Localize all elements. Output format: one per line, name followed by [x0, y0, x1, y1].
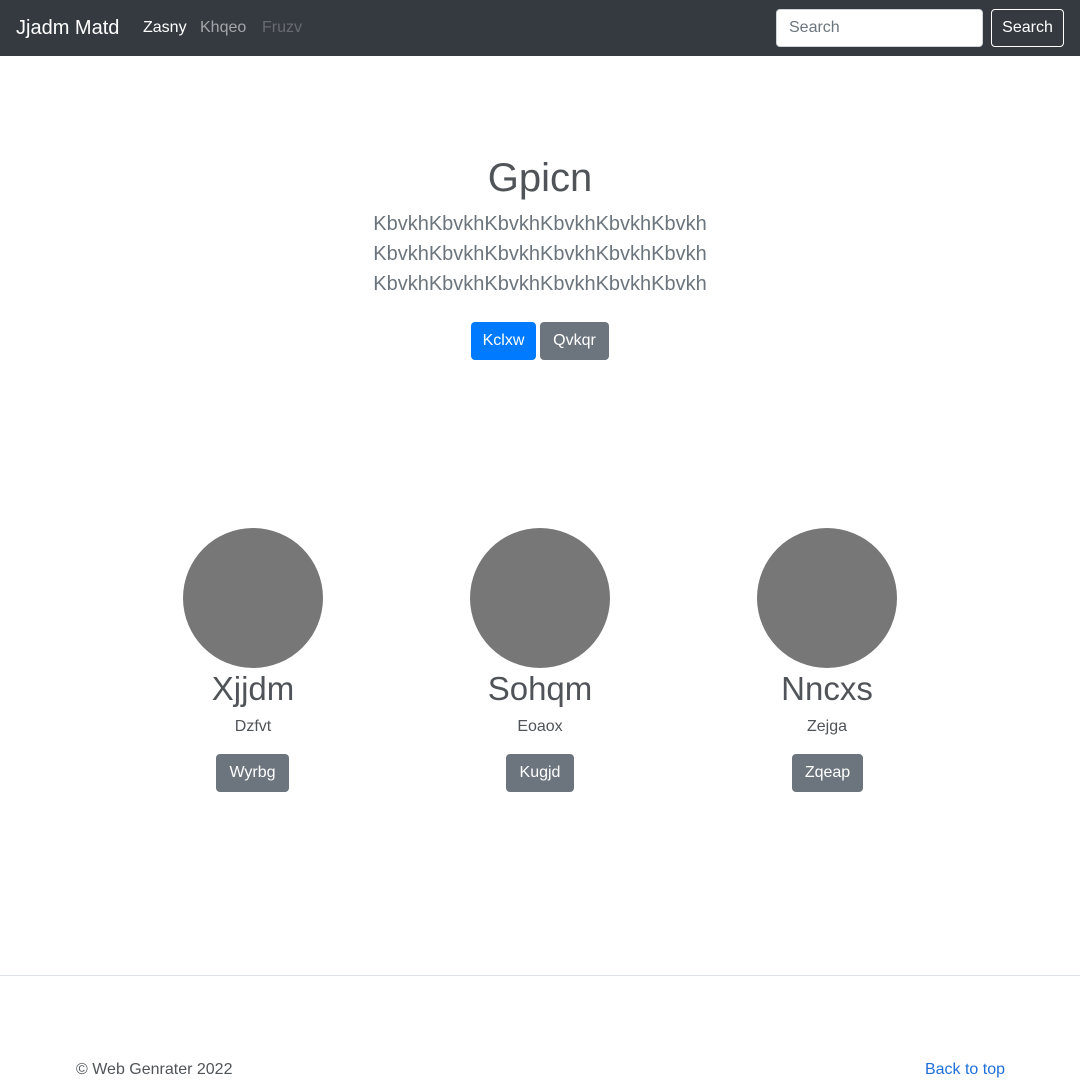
card-placeholder-image — [183, 528, 323, 668]
hero-lead: KbvkhKbvkhKbvkhKbvkhKbvkhKbvkh KbvkhKbvk… — [0, 209, 1080, 299]
hero-lead-line: KbvkhKbvkhKbvkhKbvkhKbvkhKbvkh — [373, 273, 707, 295]
card-placeholder-image — [470, 528, 610, 668]
card-placeholder-image — [757, 528, 897, 668]
card-subtitle: Eoaox — [517, 718, 563, 735]
hero-lead-line: KbvkhKbvkhKbvkhKbvkhKbvkhKbvkh — [373, 213, 707, 235]
card-title: Sohqm — [487, 670, 593, 707]
hero-secondary-button[interactable]: Qvkqr — [540, 322, 609, 360]
search-button[interactable]: Search — [991, 9, 1064, 47]
hero-title: Gpicn — [487, 156, 593, 200]
nav-link-khqeo[interactable]: Khqeo — [200, 17, 246, 39]
card-title: Nncxs — [781, 670, 873, 707]
card-button[interactable]: Zqeap — [792, 754, 863, 792]
nav-link-fruzv: Fruzv — [262, 19, 302, 36]
hero-primary-button[interactable]: Kclxw — [471, 322, 536, 360]
card-button[interactable]: Kugjd — [506, 754, 574, 792]
card-title: Xjjdm — [211, 670, 295, 707]
footer-divider — [0, 975, 1080, 976]
footer-copyright: © Web Genrater 2022 — [76, 1061, 233, 1078]
navbar-brand[interactable]: Jjadm Matd — [16, 14, 119, 42]
card-subtitle: Zejga — [806, 718, 848, 735]
back-to-top-link[interactable]: Back to top — [925, 1059, 1005, 1081]
hero-lead-line: KbvkhKbvkhKbvkhKbvkhKbvkhKbvkh — [373, 243, 707, 265]
nav-link-zasny[interactable]: Zasny — [143, 17, 187, 39]
card-button[interactable]: Wyrbg — [216, 754, 289, 792]
card-subtitle: Dzfvt — [234, 718, 272, 735]
search-input[interactable] — [776, 9, 983, 47]
navbar: Jjadm Matd Zasny Khqeo Fruzv Search — [0, 0, 1080, 56]
